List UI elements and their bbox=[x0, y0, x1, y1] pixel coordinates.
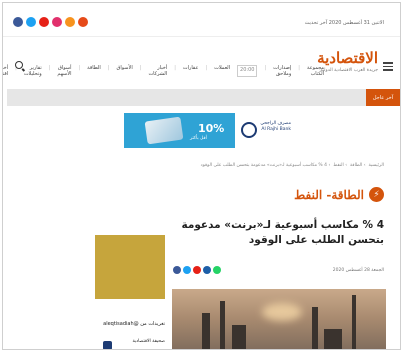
nav-item[interactable]: مجموعة الكتاب bbox=[307, 65, 324, 77]
nav-item[interactable]: عقارات bbox=[183, 65, 199, 77]
nav-divider: | bbox=[174, 65, 176, 71]
facebook-icon[interactable] bbox=[173, 266, 181, 274]
advert-subtitle: أقل بأكثر bbox=[190, 136, 207, 141]
lightning-bolt-icon: ⚡ bbox=[369, 187, 384, 202]
nav-time-box[interactable]: 20:00 bbox=[237, 65, 258, 77]
nav-item[interactable]: إصدارات وملاحق bbox=[273, 65, 291, 77]
last-updated-date: الاثنين 31 أغسطس 2020 آخر تحديث bbox=[304, 20, 384, 26]
twitter-feed-header: تغريدات من @aleqtisadiah bbox=[95, 321, 165, 327]
twitter-handle[interactable]: @aleqtisadiah bbox=[103, 321, 139, 327]
youtube-icon[interactable] bbox=[39, 17, 49, 27]
nav-item[interactable]: الطاقة bbox=[87, 65, 101, 77]
nav-item[interactable]: أخبار اقتصادية bbox=[3, 65, 8, 77]
breadcrumb-item: › 4 % مكاسب أسبوعية لـ«برنت» مدعومة بتحس… bbox=[200, 163, 331, 168]
article-headline: 4 % مكاسب أسبوعية لـ«برنت» مدعومة بتحسن … bbox=[181, 219, 384, 246]
refinery-tower bbox=[324, 329, 342, 349]
instagram-icon[interactable] bbox=[52, 17, 62, 27]
advert-percent: 10% bbox=[198, 122, 225, 135]
breadcrumb: الرئيسية › الطاقة› النفط› 4 % مكاسب أسبوع… bbox=[198, 163, 384, 168]
nav-divider: | bbox=[107, 65, 110, 71]
credit-card-image bbox=[144, 116, 184, 145]
email-icon[interactable] bbox=[193, 266, 201, 274]
breadcrumb-item[interactable]: › الطاقة bbox=[350, 163, 365, 168]
tweets-label: تغريدات من bbox=[140, 321, 165, 327]
twitter-account-name: صحيفة الاقتصادية bbox=[132, 339, 165, 344]
nav-item[interactable]: أسواق الأسهم bbox=[57, 65, 71, 77]
nav-divider: | bbox=[298, 65, 300, 71]
breadcrumb-item[interactable]: الرئيسية bbox=[369, 163, 385, 168]
rss-icon[interactable] bbox=[65, 17, 75, 27]
refinery-tower bbox=[202, 313, 210, 349]
share-buttons bbox=[173, 266, 221, 274]
article-date: الجمعة 28 أغسطس 2020 bbox=[332, 268, 384, 273]
section-header: ⚡ الطاقة- النفط bbox=[294, 187, 384, 202]
search-icon[interactable] bbox=[15, 61, 23, 69]
breaking-news-bar: آخر عاجل bbox=[7, 89, 400, 106]
whatsapp-icon[interactable] bbox=[213, 266, 221, 274]
bank-name: مصرف الراجحي Al Rajhi Bank bbox=[260, 121, 291, 133]
refinery-tower bbox=[232, 325, 246, 349]
logo-name: الاقتصادية bbox=[317, 49, 378, 67]
logo-tagline: جريدة العرب الاقتصادية الدولية bbox=[320, 68, 378, 73]
sidebar-advert[interactable] bbox=[95, 235, 165, 299]
top-bar: الاثنين 31 أغسطس 2020 آخر تحديث bbox=[3, 3, 400, 37]
nav-item[interactable]: العملات bbox=[214, 65, 230, 77]
breadcrumb-item[interactable]: › النفط bbox=[333, 163, 347, 168]
twitter-icon[interactable] bbox=[183, 266, 191, 274]
main-nav: أخبار اقتصادية | تقارير وتحليلات | أسواق الأ… bbox=[3, 65, 324, 77]
breaking-news-label[interactable]: آخر عاجل bbox=[366, 89, 400, 106]
nav-item[interactable]: أخبار الشركات bbox=[148, 65, 167, 77]
hamburger-menu-icon[interactable] bbox=[383, 62, 393, 71]
bank-name-english: Al Rajhi Bank bbox=[261, 127, 291, 132]
nav-divider: | bbox=[264, 65, 267, 71]
nav-divider: | bbox=[139, 65, 142, 71]
social-links bbox=[13, 17, 88, 27]
twitter-icon[interactable] bbox=[26, 17, 36, 27]
refinery-tower bbox=[220, 301, 225, 349]
nav-item[interactable]: الأسواق bbox=[116, 65, 132, 77]
nav-item[interactable]: تقارير وتحليلات bbox=[24, 65, 42, 77]
refinery-tower bbox=[312, 307, 318, 349]
refinery-tower bbox=[352, 295, 356, 349]
article-image-refinery bbox=[172, 289, 386, 349]
site-header: الاقتصادية جريدة العرب الاقتصادية الدولي… bbox=[3, 41, 400, 81]
nav-divider: | bbox=[78, 65, 81, 71]
site-logo[interactable]: الاقتصادية جريدة العرب الاقتصادية الدولي… bbox=[317, 50, 378, 73]
bank-advert-banner[interactable]: مصرف الراجحي Al Rajhi Bank 10% أقل بأكثر bbox=[124, 113, 297, 148]
sun-glow bbox=[262, 303, 302, 321]
facebook-icon[interactable] bbox=[13, 17, 23, 27]
print-icon[interactable] bbox=[203, 266, 211, 274]
linkedin-icon[interactable] bbox=[78, 17, 88, 27]
bank-logo-icon bbox=[241, 122, 257, 138]
nav-divider: | bbox=[48, 65, 51, 71]
section-title[interactable]: الطاقة- النفط bbox=[294, 188, 364, 202]
nav-divider: | bbox=[205, 65, 208, 71]
page-frame: الاثنين 31 أغسطس 2020 آخر تحديث الاقتصاد… bbox=[2, 2, 401, 350]
